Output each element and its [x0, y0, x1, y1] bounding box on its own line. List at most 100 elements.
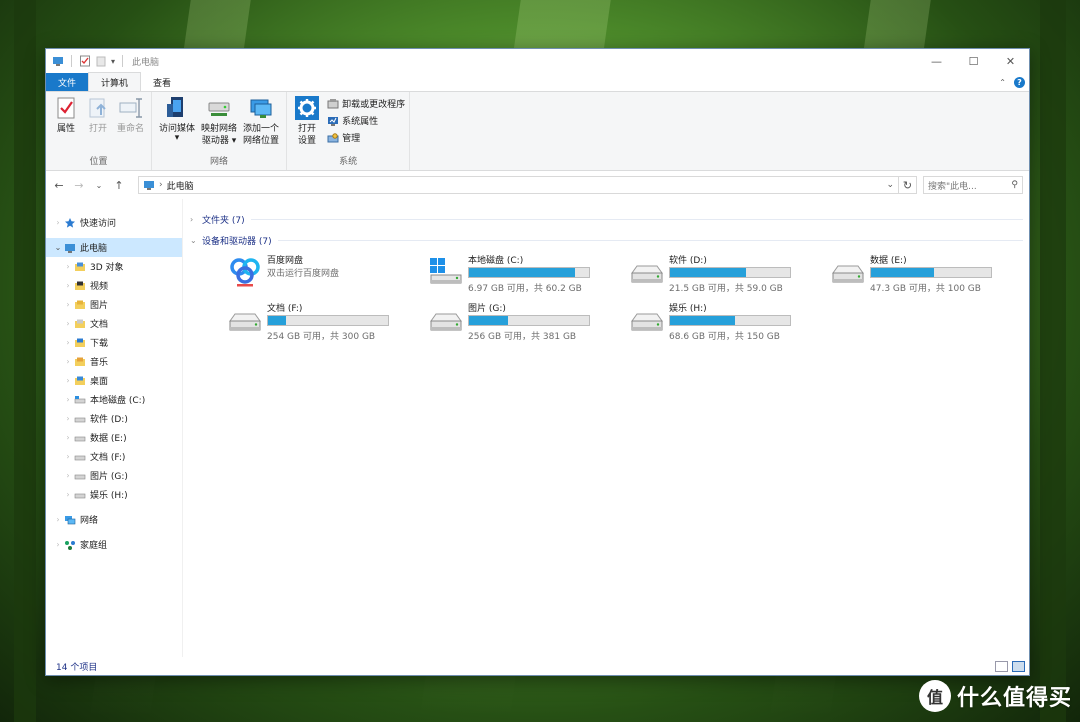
content-area: › 快速访问 ⌄ 此电脑 › 3D 对象 › 视频 › 图片 › 文档 › 下载 › 音乐 › 桌面 › 本地…	[46, 199, 1029, 657]
sidebar-item-child[interactable]: › 数据 (E:)	[46, 428, 182, 447]
drive-tile[interactable]: 本地磁盘 (C:) 6.97 GB 可用，共 60.2 GB	[428, 253, 618, 297]
drive-icon	[74, 474, 86, 479]
open-settings-button[interactable]: 打开 设置	[291, 95, 323, 156]
expand-chevron-icon[interactable]: ›	[62, 414, 74, 423]
properties-button[interactable]: 属性	[50, 95, 82, 156]
open-settings-label-2: 设置	[298, 136, 317, 146]
address-dropdown-icon[interactable]: ⌄	[886, 180, 894, 190]
drive-usage-bar	[669, 315, 791, 326]
drive-tile[interactable]: 娱乐 (H:) 68.6 GB 可用，共 150 GB	[629, 301, 819, 345]
expand-chevron-icon[interactable]: ›	[62, 452, 74, 461]
sidebar-item-child[interactable]: › 图片	[46, 295, 182, 314]
address-bar[interactable]: › 此电脑 ⌄	[138, 176, 899, 194]
breadcrumb-separator: ›	[159, 180, 163, 190]
add-network-location-button[interactable]: 添加一个 网络位置	[240, 95, 282, 156]
access-media-button[interactable]: 访问媒体 ▾	[156, 95, 198, 156]
expand-chevron-icon[interactable]: ›	[52, 540, 64, 549]
drive-space-text: 21.5 GB 可用，共 59.0 GB	[669, 284, 783, 294]
sidebar-item-child[interactable]: › 音乐	[46, 352, 182, 371]
tab-file[interactable]: 文件	[46, 73, 89, 91]
sidebar-item-quick-access[interactable]: › 快速访问	[46, 213, 182, 232]
maximize-button[interactable]: ☐	[955, 49, 992, 73]
expand-chevron-icon[interactable]: ›	[62, 490, 74, 499]
drive-usage-bar	[267, 315, 389, 326]
drive-usage-fill	[670, 316, 736, 325]
status-bar: 14 个项目	[46, 657, 1029, 675]
drive-tile[interactable]: 文档 (F:) 254 GB 可用，共 300 GB	[227, 301, 417, 345]
expand-chevron-icon[interactable]: ›	[62, 300, 74, 309]
drive-name: 本地磁盘 (C:)	[468, 256, 524, 266]
system-properties-button[interactable]: 系统属性	[327, 114, 405, 127]
rename-button[interactable]: 重命名	[114, 95, 147, 156]
windows-drive-icon	[430, 258, 462, 284]
search-input[interactable]: 搜索"此电... ⚲	[923, 176, 1023, 194]
expand-chevron-icon[interactable]: ›	[52, 515, 64, 524]
qat-dropdown-icon[interactable]: ▾	[111, 57, 115, 66]
tab-view[interactable]: 查看	[141, 73, 183, 91]
back-button[interactable]: ←	[52, 179, 66, 192]
help-icon[interactable]: ?	[1014, 76, 1025, 88]
expand-chevron-icon[interactable]: ›	[62, 319, 74, 328]
system-properties-icon	[328, 116, 339, 126]
sidebar-item-child[interactable]: › 文档 (F:)	[46, 447, 182, 466]
expand-chevron-icon[interactable]: ›	[62, 433, 74, 442]
expand-chevron-icon[interactable]: ›	[62, 281, 74, 290]
up-button[interactable]: ↑	[112, 179, 126, 192]
map-network-drive-button[interactable]: 映射网络 驱动器 ▾	[198, 95, 240, 156]
collapse-chevron-icon[interactable]: ⌄	[52, 243, 64, 252]
drive-tile[interactable]: 数据 (E:) 47.3 GB 可用，共 100 GB	[830, 253, 1020, 297]
expand-chevron-icon[interactable]: ›	[62, 376, 74, 385]
expand-chevron-icon[interactable]: ›	[62, 395, 74, 404]
expand-chevron-icon[interactable]: ›	[62, 262, 74, 271]
sidebar-item-child[interactable]: › 文档	[46, 314, 182, 333]
drive-usage-fill	[469, 268, 576, 277]
brand-text: 什么值得买	[956, 686, 1072, 711]
folders-header-label: 文件夹 (7)	[202, 216, 245, 226]
tab-computer[interactable]: 计算机	[88, 72, 142, 91]
properties-qat-icon[interactable]	[79, 55, 91, 67]
recent-locations-button[interactable]: ⌄	[92, 181, 106, 190]
sidebar-item-child[interactable]: › 本地磁盘 (C:)	[46, 390, 182, 409]
open-button[interactable]: 打开	[82, 95, 114, 156]
large-icons-view-button[interactable]	[1012, 660, 1025, 672]
sidebar-item-label: 数据 (E:)	[90, 434, 127, 444]
drive-tile[interactable]: 软件 (D:) 21.5 GB 可用，共 59.0 GB	[629, 253, 819, 297]
expand-chevron-icon[interactable]: ›	[62, 357, 74, 366]
tile-subtitle: 双击运行百度网盘	[267, 269, 340, 279]
expand-chevron-icon[interactable]: ›	[52, 218, 64, 227]
baidu-netdisk-tile[interactable]: 百度网盘 双击运行百度网盘	[227, 253, 417, 297]
add-network-label-2: 网络位置	[243, 136, 280, 146]
sidebar-item-child[interactable]: › 娱乐 (H:)	[46, 485, 182, 504]
folders-group-header[interactable]: › 文件夹 (7)	[190, 211, 1029, 228]
search-icon: ⚲	[1011, 180, 1018, 190]
tile-name: 百度网盘	[267, 256, 304, 266]
drive-tile[interactable]: 图片 (G:) 256 GB 可用，共 381 GB	[428, 301, 618, 345]
breadcrumb[interactable]: 此电脑	[167, 179, 194, 192]
sidebar-item-child[interactable]: › 下载	[46, 333, 182, 352]
manage-button[interactable]: 管理	[327, 131, 405, 144]
forward-button[interactable]: →	[72, 179, 86, 192]
sidebar-item-child[interactable]: › 图片 (G:)	[46, 466, 182, 485]
sidebar-item-child[interactable]: › 视频	[46, 276, 182, 295]
sidebar-item-this-pc[interactable]: ⌄ 此电脑	[46, 238, 182, 257]
close-button[interactable]: ✕	[992, 49, 1029, 73]
sidebar-item-child[interactable]: › 桌面	[46, 371, 182, 390]
sidebar-item-homegroup[interactable]: › 家庭组	[46, 535, 182, 554]
expand-chevron-icon[interactable]: ›	[62, 338, 74, 347]
this-pc-icon	[53, 57, 63, 66]
details-view-button[interactable]	[995, 660, 1008, 672]
expand-chevron-icon[interactable]: ›	[62, 471, 74, 480]
devices-group-header[interactable]: ⌄ 设备和驱动器 (7)	[190, 232, 1029, 249]
sidebar-item-child[interactable]: › 软件 (D:)	[46, 409, 182, 428]
sidebar-item-label: 娱乐 (H:)	[90, 491, 128, 501]
sidebar-item-network[interactable]: › 网络	[46, 510, 182, 529]
ribbon-collapse-icon[interactable]: ⌃	[999, 78, 1006, 87]
minimize-button[interactable]: —	[918, 49, 955, 73]
expand-chevron-icon: ›	[190, 215, 194, 224]
ribbon-group-network: 访问媒体 ▾ 映射网络 驱动器 ▾ 添加一个 网络位置 网络	[152, 92, 288, 170]
map-drive-label-1: 映射网络	[201, 124, 238, 134]
sidebar-item-child[interactable]: › 3D 对象	[46, 257, 182, 276]
refresh-button[interactable]: ↻	[899, 176, 917, 194]
uninstall-programs-button[interactable]: 卸载或更改程序	[327, 97, 405, 110]
new-folder-qat-icon[interactable]	[95, 55, 107, 67]
